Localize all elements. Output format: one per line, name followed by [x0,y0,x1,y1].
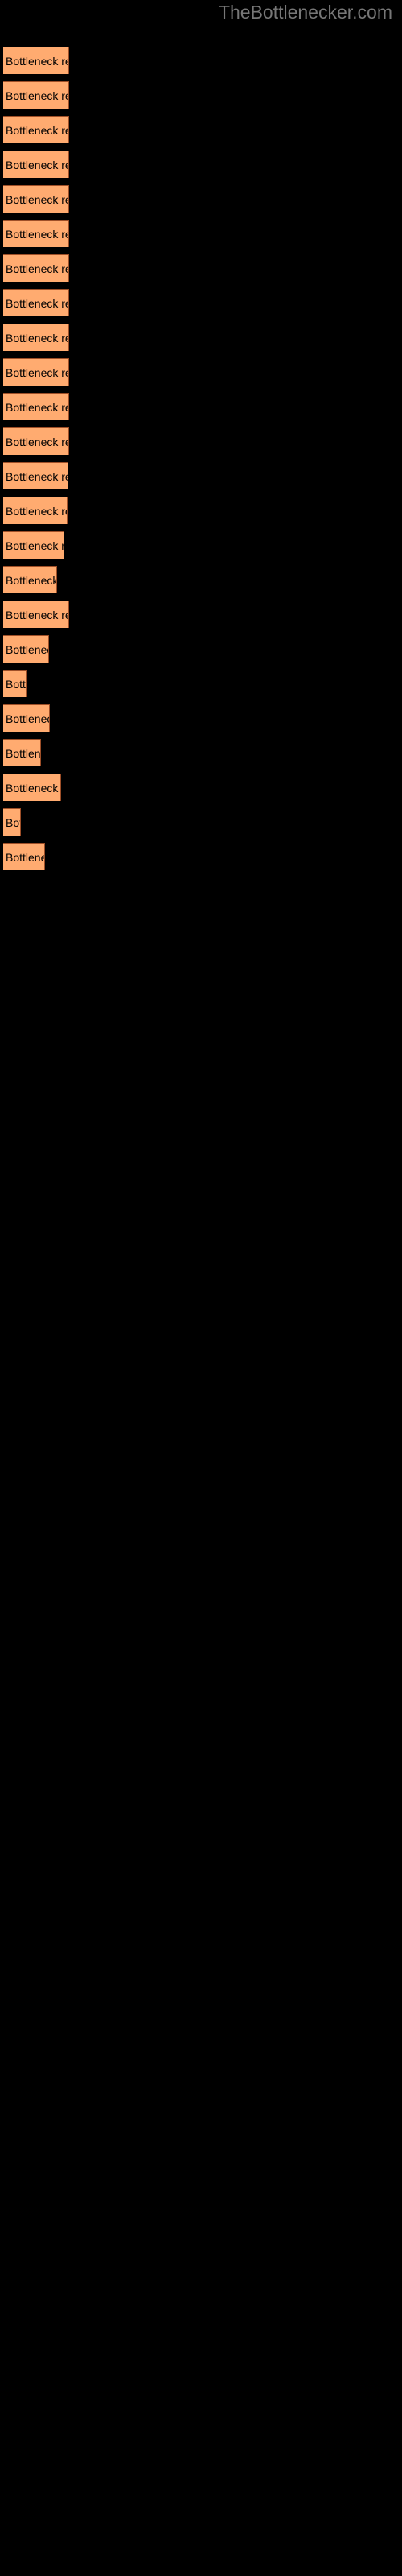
bar-label: Bottleneck result [6,747,41,760]
bar-label: Bottleneck result [6,539,64,552]
bar-row: Bottleneck result [3,808,21,836]
bar-row: Bottleneck result [3,497,68,524]
bar-row: Bottleneck result [3,151,69,178]
bar-row: Bottleneck result [3,47,69,74]
bar-row: Bottleneck result [3,427,69,455]
bar-label: Bottleneck result [6,816,20,829]
bottleneck-result-bar[interactable]: Bottleneck result [3,47,69,74]
bottleneck-result-bar[interactable]: Bottleneck result [3,220,69,247]
bar-label: Bottleneck result [6,159,68,171]
bottleneck-result-bar[interactable]: Bottleneck result [3,185,69,213]
bottleneck-result-bar[interactable]: Bottleneck result [3,808,21,836]
bar-label: Bottleneck result [6,297,68,310]
bar-row: Bottleneck result [3,704,50,732]
bottleneck-result-bar[interactable]: Bottleneck result [3,774,61,801]
bar-row: Bottleneck result [3,116,69,143]
bar-label: Bottleneck result [6,401,68,414]
bottleneck-result-bar[interactable]: Bottleneck result [3,739,41,766]
bar-row: Bottleneck result [3,324,69,351]
bar-label: Bottleneck result [6,851,44,864]
bottleneck-result-bar[interactable]: Bottleneck result [3,151,69,178]
bar-label: Bottleneck result [6,436,68,448]
bar-row: Bottleneck result [3,601,69,628]
bar-label: Bottleneck result [6,332,68,345]
bar-row: Bottleneck result [3,739,41,766]
bar-label: Bottleneck result [6,89,68,102]
bar-label: Bottleneck result [6,193,68,206]
bar-label: Bottleneck result [6,574,57,587]
bar-row: Bottleneck result [3,254,69,282]
bar-row: Bottleneck result [3,635,49,663]
bar-label: Bottleneck result [6,505,67,518]
bar-label: Bottleneck result [6,678,27,691]
bottleneck-result-bar[interactable]: Bottleneck result [3,254,69,282]
bottleneck-result-bar[interactable]: Bottleneck result [3,566,57,593]
bar-label: Bottleneck result [6,470,68,483]
bar-label: Bottleneck result [6,712,49,725]
bar-row: Bottleneck result [3,843,45,870]
bottleneck-result-bar[interactable]: Bottleneck result [3,289,69,316]
bottleneck-result-bar[interactable]: Bottleneck result [3,497,68,524]
bar-row: Bottleneck result [3,670,27,697]
bar-row: Bottleneck result [3,185,69,213]
bar-row: Bottleneck result [3,531,64,559]
bar-row: Bottleneck result [3,566,57,593]
bar-label: Bottleneck result [6,609,68,621]
bottleneck-result-bar[interactable]: Bottleneck result [3,116,69,143]
bottleneck-result-bar[interactable]: Bottleneck result [3,324,69,351]
bottleneck-result-bar[interactable]: Bottleneck result [3,670,27,697]
bottleneck-result-bar[interactable]: Bottleneck result [3,393,69,420]
bar-row: Bottleneck result [3,358,69,386]
bottleneck-result-bar[interactable]: Bottleneck result [3,81,69,109]
bottleneck-result-bar[interactable]: Bottleneck result [3,427,69,455]
bottleneck-result-bar[interactable]: Bottleneck result [3,843,45,870]
bottleneck-result-bar[interactable]: Bottleneck result [3,462,68,489]
bar-label: Bottleneck result [6,643,48,656]
bar-label: Bottleneck result [6,366,68,379]
bottleneck-result-bar[interactable]: Bottleneck result [3,531,64,559]
bottleneck-result-bar[interactable]: Bottleneck result [3,635,49,663]
bar-row: Bottleneck result [3,393,69,420]
bar-row: Bottleneck result [3,289,69,316]
bar-row: Bottleneck result [3,220,69,247]
bar-label: Bottleneck result [6,124,68,137]
bottleneck-result-bar[interactable]: Bottleneck result [3,358,69,386]
bar-row: Bottleneck result [3,81,69,109]
bar-row: Bottleneck result [3,462,68,489]
bottleneck-result-bar[interactable]: Bottleneck result [3,704,50,732]
bar-label: Bottleneck result [6,782,60,795]
bar-label: Bottleneck result [6,262,68,275]
bottleneck-bar-chart: Bottleneck result Bottleneck result Bottle… [0,0,402,1755]
bottleneck-result-bar[interactable]: Bottleneck result [3,601,69,628]
bar-row: Bottleneck result [3,774,61,801]
bar-label: Bottleneck result [6,228,68,241]
bar-label: Bottleneck result [6,55,68,68]
